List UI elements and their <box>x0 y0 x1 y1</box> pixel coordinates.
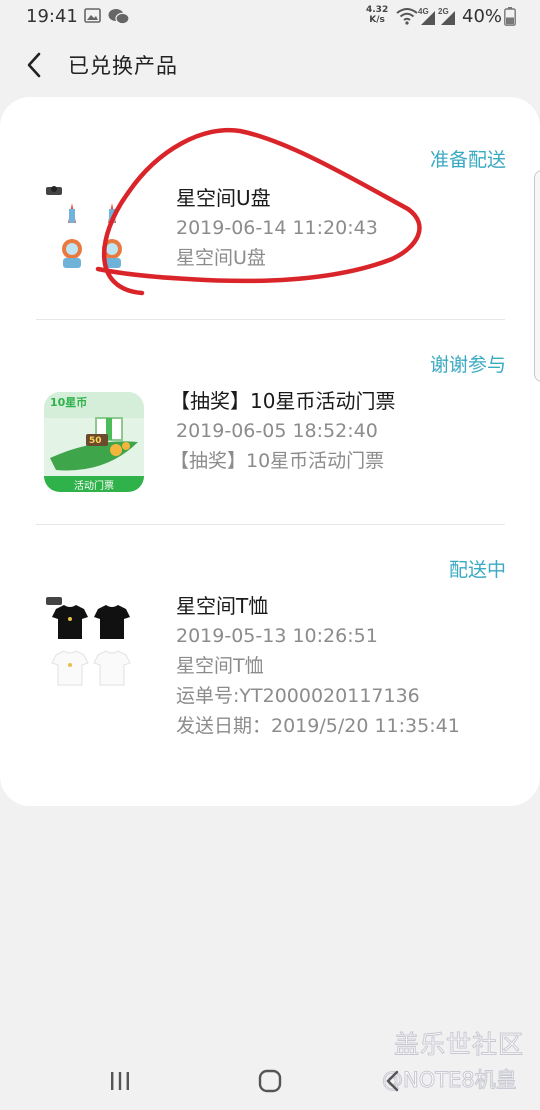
back-arrow-icon <box>27 52 41 78</box>
status-bar: 19:41 4.32 K/s 4G 2G 40% <box>0 0 540 34</box>
product-desc: 星空间T恤 <box>176 655 264 677</box>
app-header: 已兑换产品 <box>0 34 540 96</box>
product-desc: 【抽奖】10星币活动门票 <box>170 450 385 472</box>
home-icon <box>258 1069 282 1093</box>
scroll-handle[interactable] <box>534 170 540 382</box>
signal-icon-2g-label: 2G <box>438 7 449 16</box>
ticket-thumb-title: 10星币 <box>50 396 87 409</box>
ticket-thumb-footer: 活动门票 <box>74 479 114 492</box>
status-time: 19:41 <box>26 6 78 27</box>
net-speed: 4.32 K/s <box>366 5 388 25</box>
tshirt-thumbnail <box>46 597 131 686</box>
red-annotation-circle <box>95 127 422 296</box>
page-title: 已兑换产品 <box>68 54 178 78</box>
tracking-number: 运单号:YT2000020117136 <box>176 685 420 707</box>
signal-icon-2g: 2G <box>438 7 455 25</box>
order-item-ticket[interactable]: 谢谢参与 10星币 50 活动门票 【抽奖】10星币活动门票 2019-06-0… <box>0 320 540 524</box>
product-name: 星空间T恤 <box>176 594 269 618</box>
back-nav-icon <box>386 1070 399 1092</box>
signal-icon-4g-label: 4G <box>418 7 429 16</box>
back-nav-button[interactable] <box>372 1066 412 1096</box>
ship-date: 发送日期：2019/5/20 11:35:41 <box>176 715 460 737</box>
order-datetime: 2019-06-05 18:52:40 <box>176 420 378 442</box>
battery-percent: 40% <box>462 6 503 27</box>
order-details: 【抽奖】10星币活动门票 2019-06-05 18:52:40 【抽奖】10星… <box>170 386 395 476</box>
net-speed-unit: K/s <box>369 15 385 25</box>
battery-icon <box>504 7 516 26</box>
recents-icon <box>111 1072 129 1090</box>
order-status: 谢谢参与 <box>429 354 506 376</box>
net-speed-value: 4.32 <box>366 5 389 15</box>
gallery-icon <box>84 8 101 23</box>
orders-card: 准备配送 星空间U盘 2019-06-14 11:20:43 星空间U盘 谢谢参… <box>0 97 540 806</box>
recents-button[interactable] <box>100 1066 140 1096</box>
order-datetime: 2019-05-13 10:26:51 <box>176 625 378 647</box>
ticket-thumb-badge: 50 <box>89 436 102 446</box>
wifi-icon <box>396 8 418 25</box>
signal-icon-4g: 4G <box>418 7 435 25</box>
back-button[interactable] <box>14 46 54 84</box>
event-ticket-thumbnail: 10星币 50 活动门票 <box>44 392 144 492</box>
navigation-bar <box>0 1050 540 1110</box>
order-details: 星空间T恤 2019-05-13 10:26:51 星空间T恤 运单号:YT20… <box>176 591 460 741</box>
order-item-tshirt[interactable]: 配送中 星空间T恤 2019-05-13 10:26:51 星空间T恤 运单号:… <box>0 525 540 806</box>
product-name: 【抽奖】10星币活动门票 <box>170 389 396 413</box>
home-button[interactable] <box>250 1066 290 1096</box>
order-status: 配送中 <box>448 559 506 581</box>
wechat-icon <box>108 9 130 25</box>
